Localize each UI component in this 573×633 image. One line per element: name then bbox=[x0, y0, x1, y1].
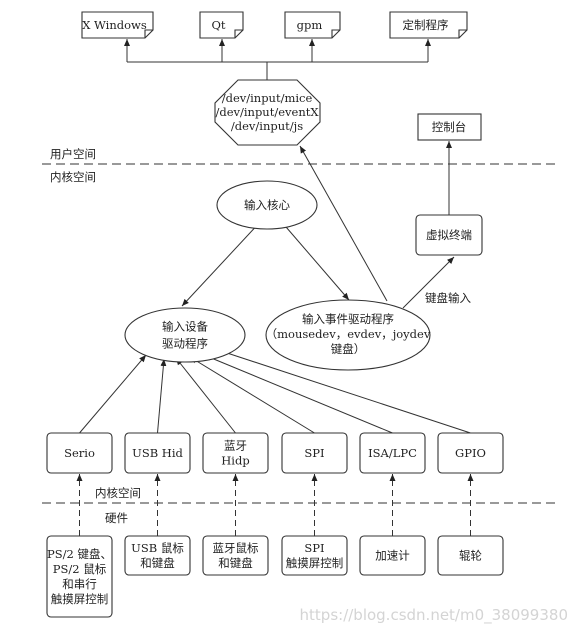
app-label: gpm bbox=[297, 18, 323, 32]
device-label: PS/2 鼠标 bbox=[53, 562, 106, 576]
device-label: 和键盘 bbox=[140, 556, 175, 570]
bus-label: Serio bbox=[64, 446, 95, 460]
bus-to-driver-arrow bbox=[79, 354, 147, 434]
device-label: 蓝牙鼠标 bbox=[213, 541, 259, 555]
device-label: 辊轮 bbox=[459, 549, 482, 563]
bus-label: Hidp bbox=[221, 454, 249, 468]
event-driver-label: 键盘） bbox=[331, 342, 366, 356]
device-node-path: /dev/input/eventX bbox=[215, 105, 319, 119]
kernel-space-lower-label: 内核空间 bbox=[95, 486, 141, 500]
core-to-event-driver-arrow bbox=[279, 219, 350, 301]
device-label: 和串行 bbox=[62, 577, 97, 591]
app-label: X Windows bbox=[82, 18, 147, 32]
bus-to-driver-arrow bbox=[157, 358, 167, 434]
input-device-driver-ellipse bbox=[124, 307, 246, 363]
device-node-path: /dev/input/mice bbox=[222, 91, 313, 105]
input-device-driver-label: 输入设备 bbox=[162, 320, 208, 334]
device-label: USB 鼠标 bbox=[131, 541, 184, 555]
diagram-canvas: X Windows Qt gpm 定制程序/dev/input/mice/dev/in… bbox=[42, 11, 568, 625]
device-label: 触摸屏控制 bbox=[286, 556, 344, 570]
bus-label: ISA/LPC bbox=[368, 446, 417, 460]
bus-to-driver-arrow bbox=[189, 356, 315, 434]
bus-label: 蓝牙 bbox=[224, 439, 247, 453]
app-label: 定制程序 bbox=[403, 18, 449, 32]
device-node-path: /dev/input/js bbox=[231, 119, 303, 133]
event-driver-to-nodes-arrow bbox=[299, 145, 388, 302]
watermark: https://blog.csdn.net/m0_38099380 bbox=[300, 606, 568, 625]
keyboard-input-label: 键盘输入 bbox=[425, 291, 471, 305]
user-space-label: 用户空间 bbox=[50, 147, 96, 161]
bus-to-driver-arrow bbox=[175, 357, 236, 434]
console-label: 控制台 bbox=[432, 120, 467, 134]
hardware-label: 硬件 bbox=[105, 511, 128, 525]
app-label: Qt bbox=[211, 18, 225, 32]
core-to-device-driver-arrow bbox=[181, 219, 263, 307]
bus-label: GPIO bbox=[455, 446, 486, 460]
virtual-terminal-label: 虚拟终端 bbox=[426, 228, 472, 242]
device-label: 加速计 bbox=[375, 549, 410, 563]
device-label: PS/2 键盘、 bbox=[47, 547, 112, 561]
bus-label: USB Hid bbox=[132, 446, 183, 460]
device-label: SPI bbox=[304, 541, 324, 555]
input-subsystem-diagram: X Windows Qt gpm 定制程序/dev/input/mice/dev/in… bbox=[0, 0, 573, 633]
input-core-label: 输入核心 bbox=[244, 198, 290, 212]
device-label: 和键盘 bbox=[218, 556, 253, 570]
input-device-driver-label: 驱动程序 bbox=[162, 337, 208, 351]
device-label: 触摸屏控制 bbox=[51, 592, 109, 606]
event-driver-label: 输入事件驱动程序 bbox=[302, 312, 394, 326]
event-driver-label: （mousedev，evdev，joydev bbox=[266, 327, 431, 341]
bus-label: SPI bbox=[304, 446, 324, 460]
kernel-space-label: 内核空间 bbox=[50, 170, 96, 184]
